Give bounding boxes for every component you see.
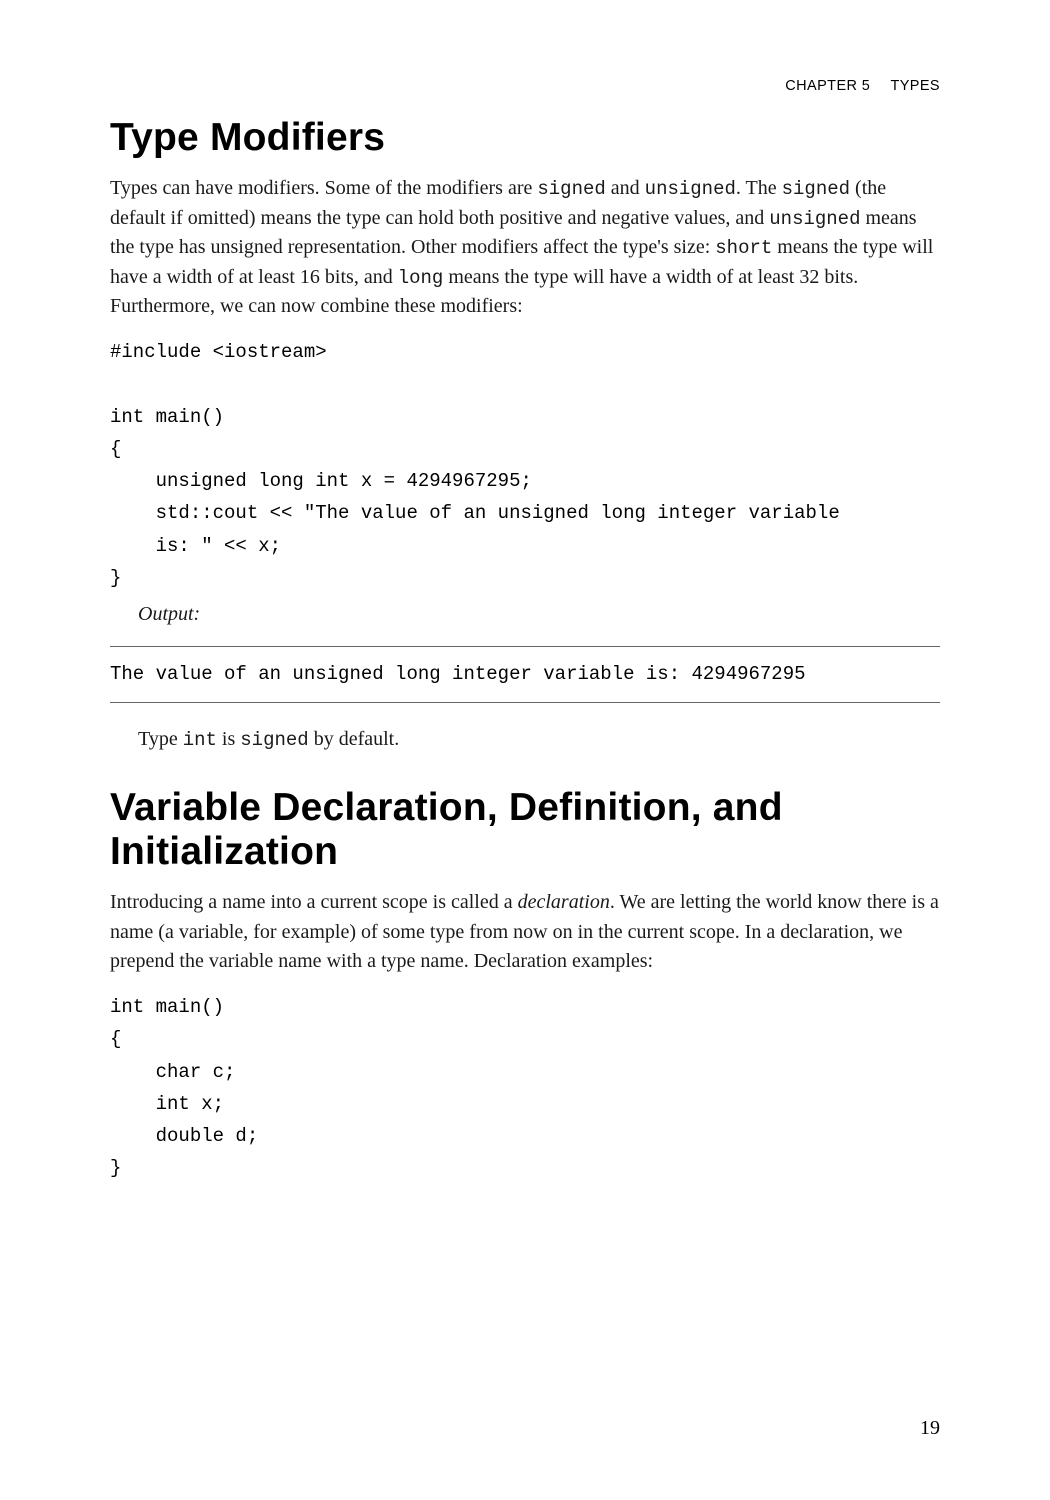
code-inline-signed: signed [537,178,605,200]
code-inline-signed-3: signed [240,729,308,751]
output-box: The value of an unsigned long integer va… [110,646,940,703]
output-label: Output: [110,600,940,630]
chapter-number-label: CHAPTER 5 [785,78,870,94]
code-inline-short: short [715,237,772,259]
running-header: CHAPTER 5 TYPES [785,78,940,94]
code-inline-signed-2: signed [782,178,850,200]
section-title-type-modifiers: Type Modifiers [110,116,940,160]
emphasis-declaration: declaration [518,891,610,913]
var-decl-intro: Introducing a name into a current scope … [110,888,940,977]
chapter-title-label: TYPES [890,78,940,94]
code-inline-unsigned-2: unsigned [769,208,860,230]
code-inline-long: long [398,267,444,289]
section-title-var-decl: Variable Declaration, Definition, and In… [110,786,940,874]
type-modifiers-closing: Type int is signed by default. [110,725,940,755]
page-number: 19 [920,1417,940,1440]
code-inline-int: int [183,729,217,751]
code-block-modifiers-example: #include <iostream> int main() { unsigne… [110,336,940,594]
type-modifiers-intro: Types can have modifiers. Some of the mo… [110,174,940,322]
code-inline-unsigned: unsigned [645,178,736,200]
code-block-declaration-example: int main() { char c; int x; double d; } [110,991,940,1185]
